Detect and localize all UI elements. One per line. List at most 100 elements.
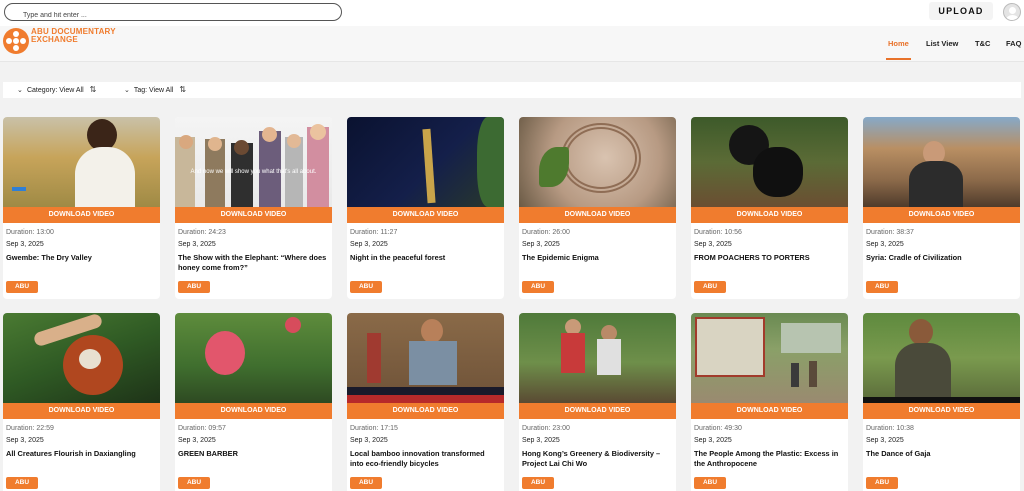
video-title[interactable]: The Dance of Gaja: [866, 449, 1016, 459]
date: Sep 3, 2025: [350, 437, 388, 444]
download-video-button[interactable]: DOWNLOAD VIDEO: [3, 403, 160, 419]
abu-tag-badge[interactable]: ABU: [6, 281, 38, 293]
video-card[interactable]: DOWNLOAD VIDEO Duration: 26:00 Sep 3, 20…: [519, 117, 676, 299]
category-filter-label: Category: View All: [26, 87, 84, 94]
video-title[interactable]: Night in the peaceful forest: [350, 253, 500, 263]
date: Sep 3, 2025: [178, 241, 216, 248]
date: Sep 3, 2025: [350, 241, 388, 248]
duration: Duration: 49:30: [694, 425, 742, 432]
video-title[interactable]: The Epidemic Enigma: [522, 253, 672, 263]
chevron-down-icon: ⌄: [124, 87, 130, 94]
video-thumbnail[interactable]: And now we will show you what that's all…: [175, 117, 332, 207]
date: Sep 3, 2025: [694, 437, 732, 444]
video-title[interactable]: Gwembe: The Dry Valley: [6, 253, 156, 263]
search-input[interactable]: [23, 7, 323, 24]
video-thumbnail[interactable]: [691, 313, 848, 403]
video-caption: And now we will show you what that's all…: [190, 169, 317, 175]
download-video-button[interactable]: DOWNLOAD VIDEO: [691, 207, 848, 223]
abu-tag-badge[interactable]: ABU: [6, 477, 38, 489]
video-title[interactable]: GREEN BARBER: [178, 449, 328, 459]
abu-tag-badge[interactable]: ABU: [522, 281, 554, 293]
sort-icon[interactable]: ⇅: [90, 85, 97, 94]
abu-tag-badge[interactable]: ABU: [350, 281, 382, 293]
abu-tag-badge[interactable]: ABU: [866, 477, 898, 489]
logo-text[interactable]: ABU DOCUMENTARY EXCHANGE: [31, 28, 121, 44]
download-video-button[interactable]: DOWNLOAD VIDEO: [519, 207, 676, 223]
video-card[interactable]: DOWNLOAD VIDEO Duration: 13:00 Sep 3, 20…: [3, 117, 160, 299]
video-title[interactable]: FROM POACHERS TO PORTERS: [694, 253, 844, 263]
sort-icon[interactable]: ⇅: [179, 85, 186, 94]
video-thumbnail[interactable]: [863, 313, 1020, 403]
video-thumbnail[interactable]: [691, 117, 848, 207]
duration: Duration: 22:59: [6, 425, 54, 432]
top-bar: UPLOAD: [0, 0, 1024, 26]
category-filter[interactable]: ⌄ Category: View All ⇅: [17, 82, 96, 98]
video-title[interactable]: Syria: Cradle of Civilization: [866, 253, 1016, 263]
duration: Duration: 26:00: [522, 229, 570, 236]
video-card[interactable]: DOWNLOAD VIDEO Duration: 17:15 Sep 3, 20…: [347, 313, 504, 491]
date: Sep 3, 2025: [6, 241, 44, 248]
abu-logo-icon[interactable]: [3, 28, 29, 54]
upload-button[interactable]: UPLOAD: [929, 2, 993, 20]
video-card[interactable]: DOWNLOAD VIDEO Duration: 11:27 Sep 3, 20…: [347, 117, 504, 299]
download-video-button[interactable]: DOWNLOAD VIDEO: [175, 403, 332, 419]
nav-terms[interactable]: T&C: [975, 26, 990, 62]
abu-tag-badge[interactable]: ABU: [522, 477, 554, 489]
site-header: [0, 26, 1024, 62]
abu-tag-badge[interactable]: ABU: [694, 477, 726, 489]
tag-filter-label: Tag: View All: [133, 87, 174, 94]
duration: Duration: 11:27: [350, 229, 398, 236]
date: Sep 3, 2025: [6, 437, 44, 444]
video-title[interactable]: Hong Kong’s Greenery & Biodiversity – Pr…: [522, 449, 672, 469]
video-thumbnail[interactable]: [175, 313, 332, 403]
video-card[interactable]: DOWNLOAD VIDEO Duration: 49:30 Sep 3, 20…: [691, 313, 848, 491]
video-card[interactable]: DOWNLOAD VIDEO Duration: 10:38 Sep 3, 20…: [863, 313, 1020, 491]
video-thumbnail[interactable]: [3, 313, 160, 403]
date: Sep 3, 2025: [866, 437, 904, 444]
download-video-button[interactable]: DOWNLOAD VIDEO: [3, 207, 160, 223]
video-title[interactable]: The Show with the Elephant: “Where does …: [178, 253, 328, 273]
download-video-button[interactable]: DOWNLOAD VIDEO: [519, 403, 676, 419]
video-thumbnail[interactable]: [347, 313, 504, 403]
duration: Duration: 10:56: [694, 229, 742, 236]
video-thumbnail[interactable]: [863, 117, 1020, 207]
video-thumbnail[interactable]: [347, 117, 504, 207]
video-thumbnail[interactable]: [519, 117, 676, 207]
duration: Duration: 13:00: [6, 229, 54, 236]
video-card[interactable]: DOWNLOAD VIDEO Duration: 23:00 Sep 3, 20…: [519, 313, 676, 491]
search-box[interactable]: [4, 3, 342, 24]
nav-list-view[interactable]: List View: [926, 26, 958, 62]
duration: Duration: 10:38: [866, 425, 914, 432]
tag-filter[interactable]: ⌄ Tag: View All ⇅: [124, 82, 186, 98]
date: Sep 3, 2025: [178, 437, 216, 444]
video-title[interactable]: Local bamboo innovation transformed into…: [350, 449, 500, 469]
duration: Duration: 09:57: [178, 425, 226, 432]
video-card[interactable]: DOWNLOAD VIDEO Duration: 38:37 Sep 3, 20…: [863, 117, 1020, 299]
download-video-button[interactable]: DOWNLOAD VIDEO: [863, 207, 1020, 223]
user-avatar-icon[interactable]: [1003, 3, 1021, 21]
download-video-button[interactable]: DOWNLOAD VIDEO: [347, 207, 504, 223]
nav-faq[interactable]: FAQ: [1006, 26, 1021, 62]
video-card[interactable]: DOWNLOAD VIDEO Duration: 10:56 Sep 3, 20…: [691, 117, 848, 299]
abu-tag-badge[interactable]: ABU: [350, 477, 382, 489]
video-thumbnail[interactable]: [519, 313, 676, 403]
chevron-down-icon: ⌄: [17, 87, 23, 94]
duration: Duration: 38:37: [866, 229, 914, 236]
date: Sep 3, 2025: [522, 437, 560, 444]
video-thumbnail[interactable]: [3, 117, 160, 207]
video-title[interactable]: The People Among the Plastic: Excess in …: [694, 449, 844, 469]
download-video-button[interactable]: DOWNLOAD VIDEO: [863, 403, 1020, 419]
abu-tag-badge[interactable]: ABU: [866, 281, 898, 293]
download-video-button[interactable]: DOWNLOAD VIDEO: [347, 403, 504, 419]
download-video-button[interactable]: DOWNLOAD VIDEO: [175, 207, 332, 223]
nav-home[interactable]: Home: [886, 26, 911, 62]
download-video-button[interactable]: DOWNLOAD VIDEO: [691, 403, 848, 419]
abu-tag-badge[interactable]: ABU: [178, 281, 210, 293]
abu-tag-badge[interactable]: ABU: [694, 281, 726, 293]
video-title[interactable]: All Creatures Flourish in Daxiangling: [6, 449, 156, 459]
video-card[interactable]: And now we will show you what that's all…: [175, 117, 332, 299]
abu-tag-badge[interactable]: ABU: [178, 477, 210, 489]
video-card[interactable]: DOWNLOAD VIDEO Duration: 09:57 Sep 3, 20…: [175, 313, 332, 491]
video-card[interactable]: DOWNLOAD VIDEO Duration: 22:59 Sep 3, 20…: [3, 313, 160, 491]
date: Sep 3, 2025: [866, 241, 904, 248]
